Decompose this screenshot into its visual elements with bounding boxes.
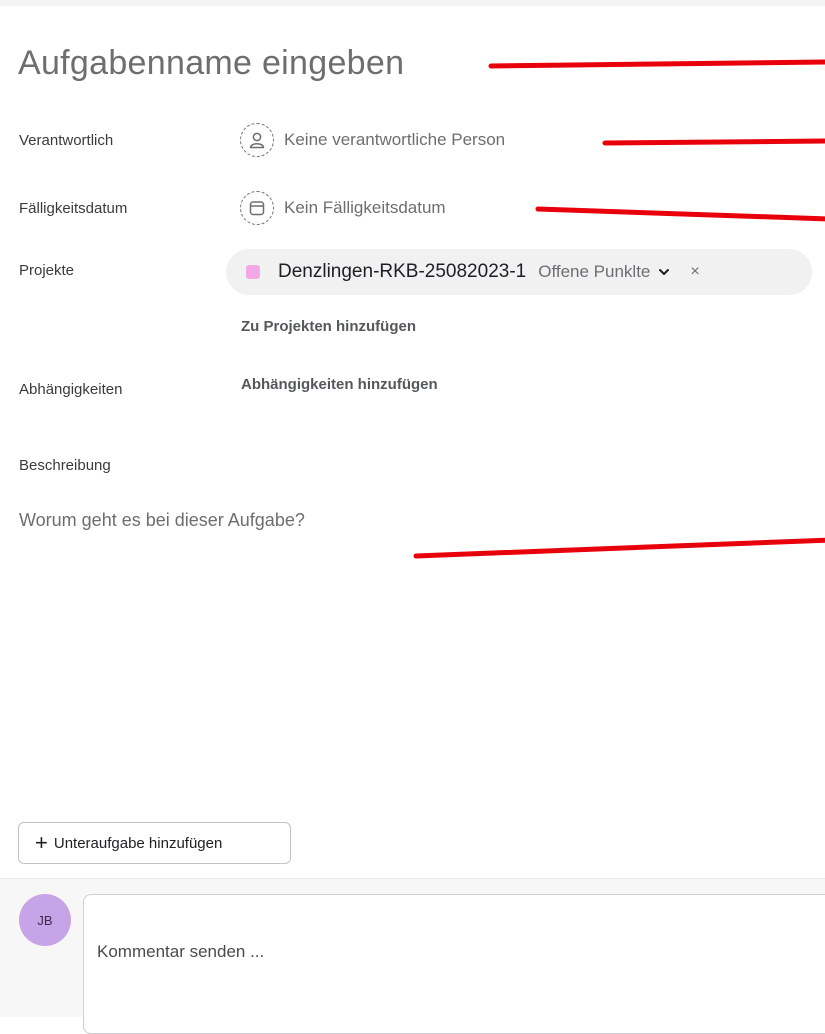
assignee-field[interactable]: Keine verantwortliche Person (240, 123, 505, 157)
chevron-down-icon[interactable] (658, 267, 670, 277)
add-subtask-label: Unteraufgabe hinzufügen (53, 834, 223, 852)
add-dependencies-link[interactable]: Abhängigkeiten hinzufügen (241, 376, 438, 393)
description-input[interactable]: Worum geht es bei dieser Aufgabe? (19, 510, 305, 531)
project-name[interactable]: Denzlingen-RKB-25082023-1 (278, 261, 526, 283)
add-to-projects-link[interactable]: Zu Projekten hinzufügen (241, 318, 416, 335)
assignee-value: Keine verantwortliche Person (284, 130, 506, 149)
add-subtask-button[interactable]: + Unteraufgabe hinzufügen (18, 822, 291, 864)
due-date-value: Kein Fälligkeitsdatum (284, 198, 446, 217)
avatar[interactable]: JB (19, 894, 71, 946)
annotation-line-assignee (602, 138, 825, 146)
top-strip (0, 0, 825, 6)
annotation-line-due-date (535, 206, 825, 222)
due-date-field[interactable]: Kein Fälligkeitsdatum (240, 191, 446, 225)
due-date-label: Fälligkeitsdatum (19, 200, 128, 217)
assignee-label: Verantwortlich (19, 132, 114, 149)
project-section[interactable]: Offene Punklte (538, 262, 650, 282)
dependencies-label: Abhängigkeiten (19, 381, 123, 398)
project-pill[interactable]: Denzlingen-RKB-25082023-1 Offene Punklte… (226, 249, 812, 295)
plus-icon: + (35, 830, 48, 855)
projects-label: Projekte (19, 262, 75, 279)
comment-input[interactable]: Kommentar senden ... (83, 894, 825, 1034)
description-label: Beschreibung (19, 457, 111, 474)
annotation-line-title (488, 59, 825, 69)
project-color-swatch (246, 265, 260, 279)
remove-project-button[interactable]: × (690, 263, 699, 281)
task-title-input[interactable]: Aufgabenname eingeben (18, 44, 404, 83)
annotation-line-description (413, 537, 825, 559)
calendar-icon (240, 191, 274, 225)
person-icon (240, 123, 274, 157)
